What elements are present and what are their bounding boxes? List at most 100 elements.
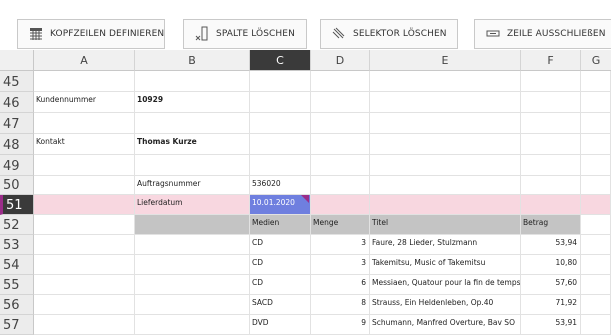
cell[interactable] <box>250 113 311 134</box>
exclude-row-button[interactable]: ZEILE AUSSCHLIEßEN <box>474 19 611 49</box>
cell-e57[interactable]: Schumann, Manfred Overture, Bav SO <box>370 315 521 335</box>
cell-e55[interactable]: Messiaen, Quatour pour la fin de temps <box>370 275 521 295</box>
cell[interactable] <box>250 92 311 113</box>
cell[interactable] <box>135 155 250 176</box>
cell[interactable] <box>370 195 521 215</box>
column-header-d[interactable]: D <box>311 50 370 71</box>
cell[interactable] <box>311 195 370 215</box>
cell-f54[interactable]: 10,80 <box>521 255 581 275</box>
cell-f57[interactable]: 53,91 <box>521 315 581 335</box>
cell-a46[interactable]: Kundennummer <box>34 92 135 113</box>
cell[interactable] <box>581 134 611 155</box>
cell[interactable] <box>370 176 521 195</box>
cell[interactable] <box>135 255 250 275</box>
cell[interactable] <box>135 215 250 235</box>
select-all-corner[interactable] <box>0 50 34 71</box>
cell[interactable] <box>250 134 311 155</box>
cell-a48[interactable]: Kontakt <box>34 134 135 155</box>
cell[interactable] <box>135 295 250 315</box>
cell-d55[interactable]: 6 <box>311 275 370 295</box>
cell-d57[interactable]: 9 <box>311 315 370 335</box>
cell[interactable] <box>581 71 611 92</box>
cell[interactable] <box>34 176 135 195</box>
column-header-b[interactable]: B <box>135 50 250 71</box>
cell[interactable] <box>581 295 611 315</box>
cell-b51[interactable]: Lieferdatum <box>135 195 250 215</box>
cell[interactable] <box>34 215 135 235</box>
cell[interactable] <box>581 315 611 335</box>
cell[interactable] <box>581 255 611 275</box>
cell[interactable] <box>581 195 611 215</box>
cell[interactable] <box>521 195 581 215</box>
cell[interactable] <box>521 134 581 155</box>
cell-c52[interactable]: Medien <box>250 215 311 235</box>
row-header-54[interactable]: 54 <box>0 255 34 275</box>
row-header-53[interactable]: 53 <box>0 235 34 255</box>
cell[interactable] <box>311 113 370 134</box>
cell-c56[interactable]: SACD <box>250 295 311 315</box>
cell[interactable] <box>311 176 370 195</box>
cell[interactable] <box>34 71 135 92</box>
cell[interactable] <box>581 155 611 176</box>
row-header-50[interactable]: 50 <box>0 176 34 195</box>
delete-selector-button[interactable]: SELEKTOR LÖSCHEN <box>320 19 458 49</box>
cell[interactable] <box>34 113 135 134</box>
cell[interactable] <box>370 71 521 92</box>
cell-d54[interactable]: 3 <box>311 255 370 275</box>
row-header-51[interactable]: 51 <box>0 195 34 215</box>
column-header-f[interactable]: F <box>521 50 581 71</box>
row-header-46[interactable]: 46 <box>0 92 34 113</box>
row-header-57[interactable]: 57 <box>0 315 34 335</box>
cell[interactable] <box>521 176 581 195</box>
cell-e52[interactable]: Titel <box>370 215 521 235</box>
cell-d52[interactable]: Menge <box>311 215 370 235</box>
row-header-56[interactable]: 56 <box>0 295 34 315</box>
cell-f53[interactable]: 53,94 <box>521 235 581 255</box>
row-header-47[interactable]: 47 <box>0 113 34 134</box>
cell[interactable] <box>135 113 250 134</box>
cell[interactable] <box>370 134 521 155</box>
cell-d56[interactable]: 8 <box>311 295 370 315</box>
cell[interactable] <box>581 176 611 195</box>
cell-c55[interactable]: CD <box>250 275 311 295</box>
cell-d53[interactable]: 3 <box>311 235 370 255</box>
cell[interactable] <box>34 155 135 176</box>
cell-f55[interactable]: 57,60 <box>521 275 581 295</box>
cell[interactable] <box>135 315 250 335</box>
cell[interactable] <box>521 155 581 176</box>
column-header-e[interactable]: E <box>370 50 521 71</box>
cell[interactable] <box>521 113 581 134</box>
cell-c50[interactable]: 536020 <box>250 176 311 195</box>
cell[interactable] <box>370 155 521 176</box>
cell[interactable] <box>581 92 611 113</box>
cell[interactable] <box>311 92 370 113</box>
cell[interactable] <box>581 235 611 255</box>
cell-e54[interactable]: Takemitsu, Music of Takemitsu <box>370 255 521 275</box>
cell[interactable] <box>135 235 250 255</box>
cell[interactable] <box>521 71 581 92</box>
cell-f56[interactable]: 71,92 <box>521 295 581 315</box>
cell[interactable] <box>311 134 370 155</box>
row-header-48[interactable]: 48 <box>0 134 34 155</box>
cell-c57[interactable]: DVD <box>250 315 311 335</box>
cell-e56[interactable]: Strauss, Ein Heldenleben, Op.40 <box>370 295 521 315</box>
cell[interactable] <box>135 71 250 92</box>
cell[interactable] <box>311 155 370 176</box>
column-header-a[interactable]: A <box>34 50 135 71</box>
define-headers-button[interactable]: KOPFZEILEN DEFINIEREN <box>17 19 165 49</box>
row-header-45[interactable]: 45 <box>0 71 34 92</box>
cell[interactable] <box>370 92 521 113</box>
cell[interactable] <box>250 155 311 176</box>
delete-column-button[interactable]: SPALTE LÖSCHEN <box>183 19 307 49</box>
cell-b48[interactable]: Thomas Kurze <box>135 134 250 155</box>
cell[interactable] <box>34 315 135 335</box>
cell[interactable] <box>311 71 370 92</box>
cell-f52[interactable]: Betrag <box>521 215 581 235</box>
column-header-g[interactable]: G <box>581 50 611 71</box>
cell-e53[interactable]: Faure, 28 Lieder, Stulzmann <box>370 235 521 255</box>
cell[interactable] <box>34 255 135 275</box>
cell[interactable] <box>34 275 135 295</box>
cell-b50[interactable]: Auftragsnummer <box>135 176 250 195</box>
cell-c51-selected[interactable]: 10.01.2020 <box>250 195 311 215</box>
cell[interactable] <box>521 92 581 113</box>
